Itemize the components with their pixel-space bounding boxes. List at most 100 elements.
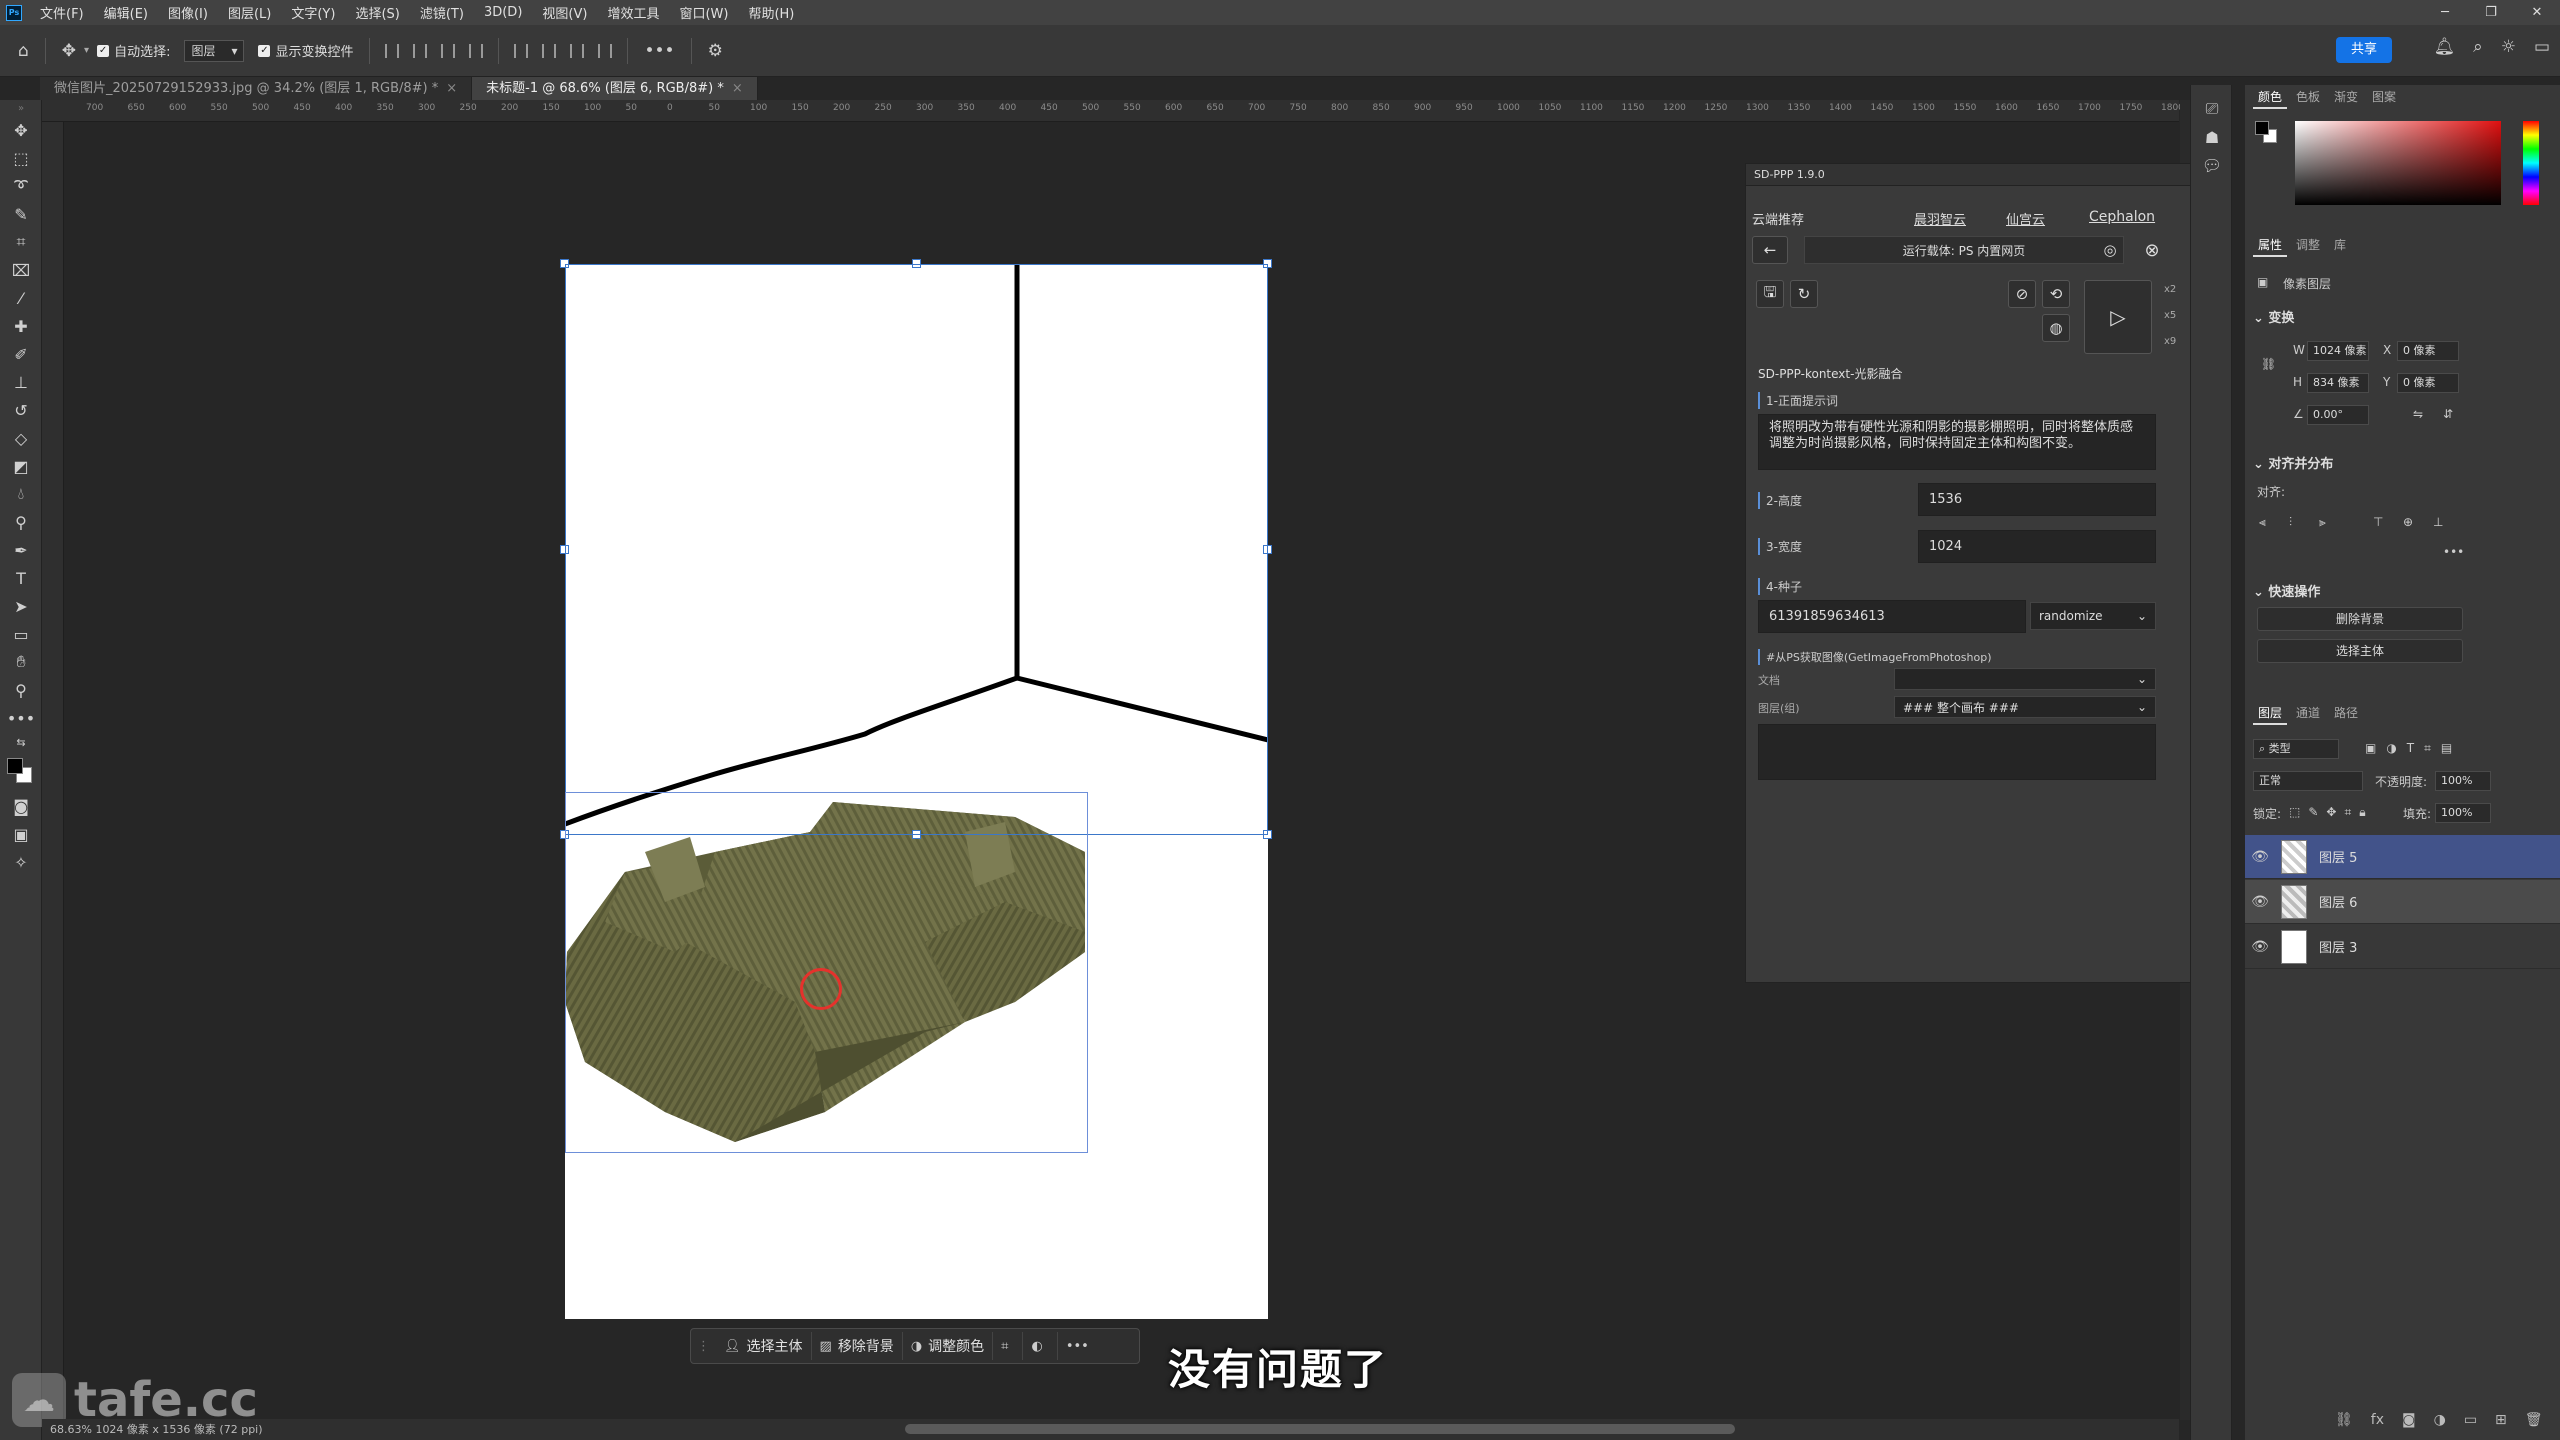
- lasso-tool-icon[interactable]: ➰︎: [0, 172, 42, 200]
- fg-bg-color-picker[interactable]: [2255, 121, 2277, 143]
- menu-3d[interactable]: 3D(D): [474, 5, 532, 20]
- distribute-vertical-icon[interactable]: [598, 43, 613, 58]
- close-icon[interactable]: ×: [446, 81, 457, 96]
- select-subject-button[interactable]: 选择主体: [2257, 639, 2463, 663]
- eyedropper-tool-icon[interactable]: ⁄: [0, 284, 42, 312]
- quick-mask-icon[interactable]: ◙: [0, 792, 42, 820]
- delete-layer-icon[interactable]: 🗑︎: [2525, 1412, 2543, 1428]
- tab-patterns[interactable]: 图案: [2367, 85, 2401, 109]
- blur-tool-icon[interactable]: 💧︎: [0, 480, 42, 508]
- menu-window[interactable]: 窗口(W): [669, 3, 738, 22]
- object-select-tool-icon[interactable]: ⌗: [0, 228, 42, 256]
- height-field[interactable]: 834 像素: [2307, 373, 2369, 393]
- quick-select-tool-icon[interactable]: ✎: [0, 200, 42, 228]
- chevron-down-icon[interactable]: ▾: [84, 45, 89, 56]
- eye-icon[interactable]: 👁︎: [2245, 939, 2275, 955]
- bell-icon[interactable]: 🔔︎: [2434, 37, 2456, 57]
- transform-section-title[interactable]: ⌄ 变换: [2253, 307, 2294, 326]
- height-input[interactable]: 1536: [1918, 483, 2156, 516]
- menu-type[interactable]: 文字(Y): [281, 3, 345, 22]
- path-select-tool-icon[interactable]: ➤: [0, 592, 42, 620]
- menu-file[interactable]: 文件(F): [30, 3, 94, 22]
- marquee-tool-icon[interactable]: ⬚: [0, 144, 42, 172]
- select-subject-button[interactable]: 👤︎ 选择主体: [716, 1332, 812, 1360]
- layer-name[interactable]: 图层 6: [2319, 892, 2357, 911]
- more-icon[interactable]: •••: [2443, 545, 2464, 559]
- flip-horizontal-icon[interactable]: ⇋: [2413, 407, 2423, 421]
- comment-icon[interactable]: 💬︎: [2191, 151, 2233, 179]
- align-left-icon[interactable]: ⫷: [2259, 515, 2266, 530]
- menu-filter[interactable]: 滤镜(T): [410, 3, 474, 22]
- workspace-icon[interactable]: ▭: [2534, 37, 2550, 57]
- move-tool-icon[interactable]: ✥: [0, 116, 42, 144]
- new-layer-icon[interactable]: ⊞: [2495, 1412, 2507, 1428]
- layer-filter-icons[interactable]: ▣◑T⌗▤: [2365, 741, 2462, 756]
- show-transform-checkbox[interactable]: ✓ 显示变换控件: [258, 41, 353, 60]
- refresh-icon[interactable]: ↻: [1790, 280, 1818, 308]
- link-icon[interactable]: ⛓︎: [2261, 357, 2276, 371]
- tab-paths[interactable]: 路径: [2329, 701, 2363, 725]
- move-tool-icon[interactable]: ✥: [62, 41, 76, 61]
- align-bottom-icon[interactable]: ⊥: [2433, 515, 2443, 529]
- blend-mode-select[interactable]: 正常: [2253, 771, 2363, 791]
- search-icon[interactable]: ⌕: [2473, 37, 2483, 57]
- provider-link[interactable]: 晨羽智云: [1914, 209, 1966, 228]
- align-top-icon[interactable]: [514, 43, 529, 58]
- adjustment-layer-icon[interactable]: ◑: [2434, 1412, 2446, 1428]
- batch-badge[interactable]: x5: [2164, 310, 2176, 321]
- gradient-tool-icon[interactable]: ◩: [0, 452, 42, 480]
- zoom-tool-icon[interactable]: ⚲: [0, 676, 42, 704]
- distribute-icon[interactable]: [469, 43, 484, 58]
- width-field[interactable]: 1024 像素: [2307, 341, 2369, 361]
- layer-row[interactable]: 👁︎ 图层 6: [2245, 880, 2560, 924]
- auto-select-dropdown[interactable]: 图层 ▾: [184, 39, 245, 62]
- batch-badge[interactable]: x9: [2164, 336, 2176, 347]
- add-mask-icon[interactable]: ◙: [2402, 1412, 2416, 1428]
- tab-channels[interactable]: 通道: [2291, 701, 2325, 725]
- disable-icon[interactable]: ⊘: [2008, 280, 2036, 308]
- more-options-icon[interactable]: •••: [644, 41, 674, 61]
- more-tools-icon[interactable]: •••: [0, 704, 42, 732]
- brush-tool-icon[interactable]: ✐: [0, 340, 42, 368]
- no-sync-icon[interactable]: ⟲: [2042, 280, 2070, 308]
- x-field[interactable]: 0 像素: [2397, 341, 2459, 361]
- auto-select-checkbox[interactable]: ✓ 自动选择:: [97, 41, 170, 60]
- quick-actions-title[interactable]: ⌄ 快速操作: [2253, 581, 2320, 600]
- link-layers-icon[interactable]: ⛓︎: [2335, 1412, 2353, 1428]
- crop-tool-icon[interactable]: ⌧: [0, 256, 42, 284]
- menu-help[interactable]: 帮助(H): [738, 3, 804, 22]
- hue-slider[interactable]: [2523, 121, 2539, 205]
- adjust-color-button[interactable]: ◑ 调整颜色: [903, 1332, 994, 1360]
- generative-icon[interactable]: ✧: [0, 848, 42, 876]
- layer-row[interactable]: 👁︎ 图层 5: [2245, 835, 2560, 879]
- hand-tool-icon[interactable]: ✋︎: [0, 648, 42, 676]
- align-top-icon[interactable]: ⊤: [2373, 515, 2383, 529]
- globe-icon[interactable]: ◍: [2042, 314, 2070, 342]
- eye-icon[interactable]: 👁︎: [2245, 849, 2275, 865]
- save-icon[interactable]: 🖫︎: [1756, 280, 1784, 308]
- color-swatches[interactable]: [0, 752, 42, 792]
- new-group-icon[interactable]: ▭: [2464, 1412, 2477, 1428]
- layer-group-select[interactable]: ### 整个画布 ### ⌄: [1894, 696, 2156, 718]
- type-tool-icon[interactable]: T: [0, 564, 42, 592]
- y-field[interactable]: 0 像素: [2397, 373, 2459, 393]
- close-icon[interactable]: ✕: [2514, 0, 2560, 25]
- align-right-icon[interactable]: [441, 43, 456, 58]
- menu-view[interactable]: 视图(V): [532, 3, 597, 22]
- horizontal-scrollbar[interactable]: [905, 1424, 1735, 1434]
- tab-color[interactable]: 颜色: [2253, 85, 2288, 109]
- eye-icon[interactable]: 👁︎: [2245, 894, 2275, 910]
- tab-untitled-1[interactable]: 未标题-1 @ 68.6% (图层 6, RGB/8#) * ×: [472, 77, 758, 100]
- gear-icon[interactable]: ⚙: [708, 41, 723, 61]
- layer-name[interactable]: 图层 5: [2319, 847, 2357, 866]
- restore-icon[interactable]: ❐: [2468, 0, 2514, 25]
- opacity-field[interactable]: 100%: [2435, 771, 2491, 791]
- brightness-icon[interactable]: ☼: [2501, 37, 2516, 57]
- fill-field[interactable]: 100%: [2435, 803, 2491, 823]
- flip-vertical-icon[interactable]: ⇵: [2443, 407, 2453, 421]
- menu-select[interactable]: 选择(S): [345, 3, 409, 22]
- remove-background-button[interactable]: 删除背景: [2257, 607, 2463, 631]
- collapse-icon[interactable]: »: [0, 100, 42, 116]
- tab-wechat-image[interactable]: 微信图片_20250729152933.jpg @ 34.2% (图层 1, R…: [40, 77, 473, 100]
- prompt-textarea[interactable]: 将照明改为带有硬性光源和阴影的摄影棚照明，同时将整体质感调整为时尚摄影风格，同时…: [1758, 414, 2156, 470]
